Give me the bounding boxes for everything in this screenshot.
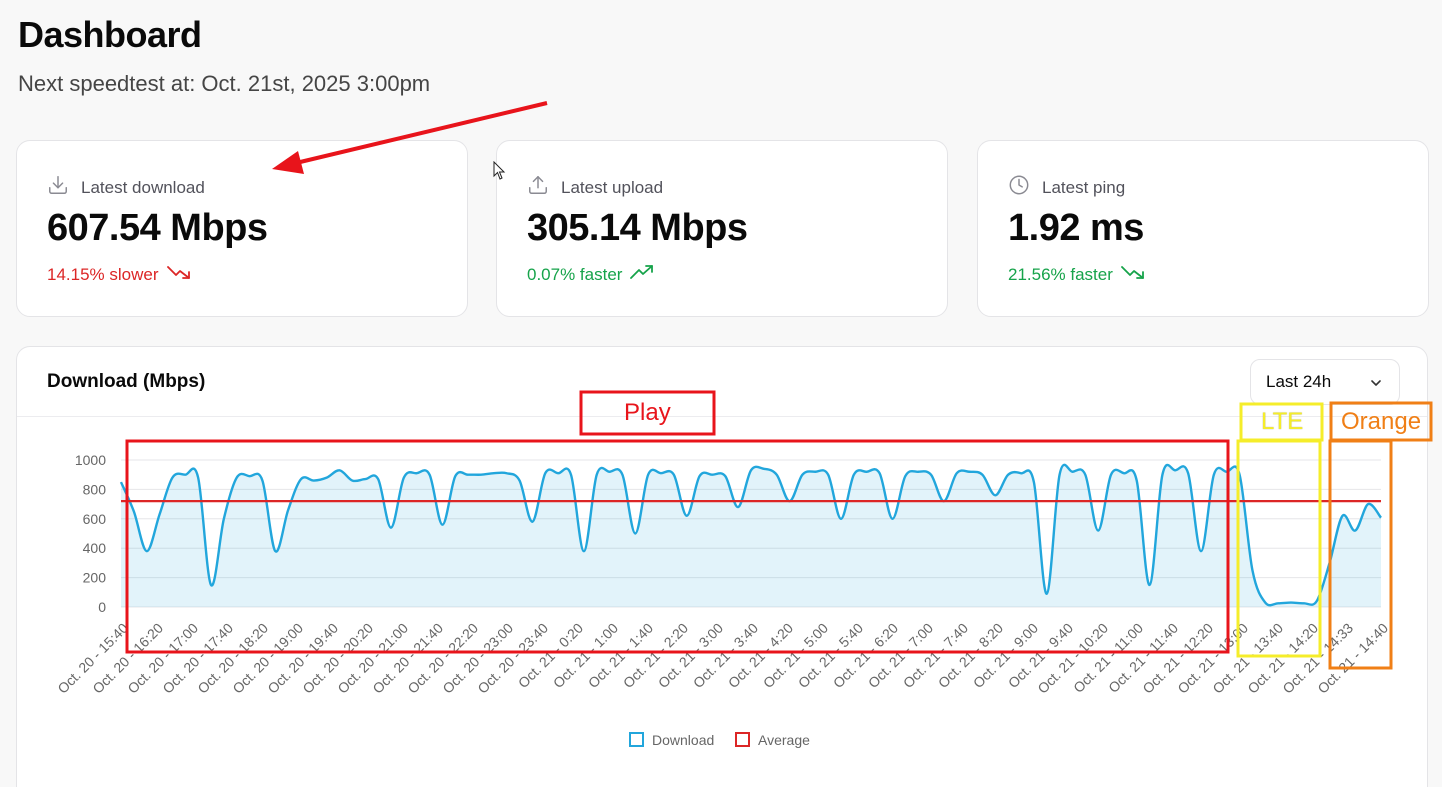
trending-down-icon xyxy=(1121,264,1145,285)
download-chart: 02004006008001000Oct. 20 - 15:40Oct. 20 … xyxy=(54,452,1391,748)
y-tick-label: 0 xyxy=(98,599,106,615)
clock-icon xyxy=(1008,174,1030,201)
delta-text: 0.07% faster xyxy=(527,264,623,284)
play-annotation: Play xyxy=(624,399,671,426)
card-delta: 14.15% slower xyxy=(47,264,191,285)
trending-up-icon xyxy=(630,264,654,285)
delta-text: 14.15% slower xyxy=(47,264,159,284)
y-tick-label: 800 xyxy=(83,481,107,497)
trending-down-icon xyxy=(166,264,191,285)
latest-upload-card: Latest upload 305.14 Mbps 0.07% faster xyxy=(496,140,948,317)
y-tick-label: 1000 xyxy=(75,452,106,468)
delta-text: 21.56% faster xyxy=(1008,264,1113,284)
mouse-cursor-icon xyxy=(493,161,506,180)
card-label: Latest download xyxy=(81,177,205,197)
card-label: Latest ping xyxy=(1042,177,1126,197)
page-title: Dashboard xyxy=(18,14,202,55)
upload-icon xyxy=(527,174,549,201)
card-label: Latest upload xyxy=(561,177,664,197)
card-value: 1.92 ms xyxy=(1008,207,1144,249)
next-speedtest-text: Next speedtest at: Oct. 21st, 2025 3:00p… xyxy=(18,71,431,96)
card-value: 305.14 Mbps xyxy=(527,207,748,249)
download-chart-card: Download (Mbps) Last 24h 0 200 400 600 800 10… xyxy=(16,346,1428,787)
legend-label: Download xyxy=(652,732,714,748)
download-area-fill xyxy=(121,464,1381,607)
card-value: 607.54 Mbps xyxy=(47,207,268,249)
download-icon xyxy=(47,174,69,201)
orange-annotation: Orange xyxy=(1341,408,1422,435)
y-tick-label: 400 xyxy=(83,540,107,556)
latest-ping-card: Latest ping 1.92 ms 21.56% faster xyxy=(977,140,1429,317)
y-tick-label: 200 xyxy=(83,570,107,586)
legend-label: Average xyxy=(758,732,810,748)
lte-annotation: LTE xyxy=(1261,408,1304,435)
card-delta: 21.56% faster xyxy=(1008,264,1145,285)
y-tick-label: 600 xyxy=(83,511,107,527)
legend-swatch xyxy=(629,732,644,747)
card-delta: 0.07% faster xyxy=(527,264,654,285)
latest-download-card: Latest download 607.54 Mbps 14.15% slowe… xyxy=(16,140,468,317)
legend-swatch xyxy=(735,732,750,747)
